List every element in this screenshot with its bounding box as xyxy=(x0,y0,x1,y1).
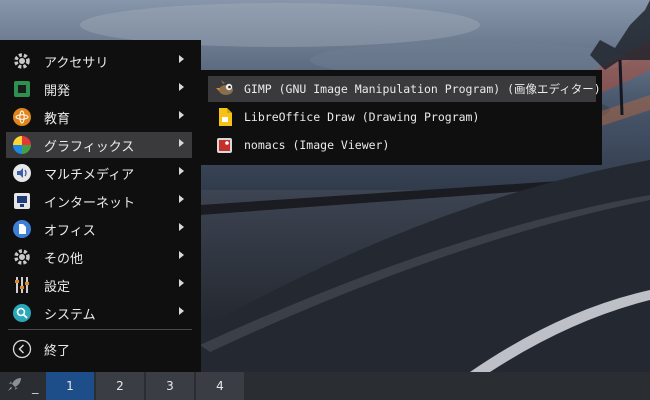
menu-item-system[interactable]: システム xyxy=(6,300,192,326)
menu-item-office[interactable]: オフィス xyxy=(6,216,192,242)
menu-item-accessories[interactable]: アクセサリ xyxy=(6,48,192,74)
menu-item-internet[interactable]: インターネット xyxy=(6,188,192,214)
menu-item-multimedia[interactable]: マルチメディア xyxy=(6,160,192,186)
workspace-1-button[interactable]: 1 xyxy=(46,372,94,400)
menu-item-label: アクセサリ xyxy=(44,55,109,71)
menu-item-other[interactable]: その他 xyxy=(6,244,192,270)
settings-icon xyxy=(11,274,33,296)
chevron-right-icon xyxy=(179,111,184,119)
rocket-icon xyxy=(6,375,24,397)
submenu-item-label: LibreOffice Draw (Drawing Program) xyxy=(244,110,480,124)
chevron-right-icon xyxy=(179,167,184,175)
menu-item-graphics[interactable]: グラフィックス xyxy=(6,132,192,158)
start-menu-button[interactable] xyxy=(0,372,30,400)
menu-item-education[interactable]: 教育 xyxy=(6,104,192,130)
chevron-right-icon xyxy=(179,83,184,91)
menu-item-logout[interactable]: 終了 xyxy=(6,336,192,362)
menu-item-development[interactable]: 開発 xyxy=(6,76,192,102)
minimize-indicator[interactable]: _ xyxy=(32,380,39,395)
system-icon xyxy=(11,302,33,324)
graphics-submenu: GIMP (GNU Image Manipulation Program) (画… xyxy=(201,70,602,165)
menu-item-label: 教育 xyxy=(44,111,71,127)
chevron-right-icon xyxy=(179,55,184,63)
menu-item-label: インターネット xyxy=(44,195,136,211)
chevron-right-icon xyxy=(179,223,184,231)
graphics-icon xyxy=(11,134,33,156)
workspace-3-button[interactable]: 3 xyxy=(146,372,194,400)
office-icon xyxy=(11,218,33,240)
development-icon xyxy=(11,78,33,100)
application-menu: アクセサリ 開発 教育 グラフィックス マルチメディア インターネット オフィス… xyxy=(0,40,201,372)
logout-icon xyxy=(11,338,33,360)
internet-icon xyxy=(11,190,33,212)
libreoffice-draw-icon xyxy=(215,107,235,127)
submenu-item-label: GIMP (GNU Image Manipulation Program) (画… xyxy=(244,82,601,96)
chevron-right-icon xyxy=(179,251,184,259)
gimp-icon xyxy=(215,79,235,99)
submenu-item-nomacs[interactable]: nomacs (Image Viewer) xyxy=(208,132,596,158)
chevron-right-icon xyxy=(179,307,184,315)
menu-separator xyxy=(8,329,192,330)
menu-item-label: グラフィックス xyxy=(44,139,135,155)
submenu-item-libreoffice-draw[interactable]: LibreOffice Draw (Drawing Program) xyxy=(208,104,596,130)
nomacs-icon xyxy=(215,135,235,155)
workspace-4-button[interactable]: 4 xyxy=(196,372,244,400)
accessories-icon xyxy=(11,50,33,72)
menu-item-label: オフィス xyxy=(44,223,96,239)
submenu-item-label: nomacs (Image Viewer) xyxy=(244,138,390,152)
menu-item-settings[interactable]: 設定 xyxy=(6,272,192,298)
chevron-right-icon xyxy=(179,139,184,147)
submenu-item-gimp[interactable]: GIMP (GNU Image Manipulation Program) (画… xyxy=(208,76,601,102)
menu-item-label: システム xyxy=(44,307,96,323)
chevron-right-icon xyxy=(179,279,184,287)
taskbar: _ 1 2 3 4 xyxy=(0,372,650,400)
multimedia-icon xyxy=(11,162,33,184)
menu-item-label: 設定 xyxy=(44,279,71,295)
workspace-2-button[interactable]: 2 xyxy=(96,372,144,400)
education-icon xyxy=(11,106,33,128)
menu-item-label: 開発 xyxy=(44,83,71,99)
chevron-right-icon xyxy=(179,195,184,203)
menu-item-label: その他 xyxy=(44,251,84,267)
menu-item-label: マルチメディア xyxy=(44,167,135,183)
menu-item-label: 終了 xyxy=(44,343,71,359)
other-icon xyxy=(11,246,33,268)
